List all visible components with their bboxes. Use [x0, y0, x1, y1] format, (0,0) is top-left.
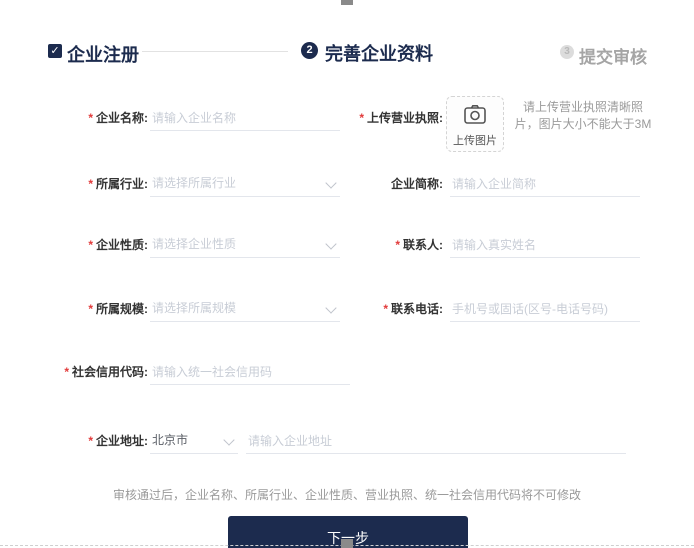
enterprise-registration-page: ✓ 企业注册 2 完善企业资料 3 提交审核 *企业名称: *上传营业执照: 上…: [0, 0, 694, 548]
label-text: 所属行业:: [96, 177, 148, 191]
company-scale-placeholder: 请选择所属规模: [152, 301, 236, 315]
license-hint: 请上传营业执照清晰照 片，图片大小不能大于3M: [508, 99, 658, 133]
credit-code-label: *社会信用代码:: [20, 359, 148, 385]
step2-badge: 2: [301, 42, 318, 59]
step3-badge: 3: [560, 45, 574, 59]
address-label: *企业地址:: [20, 428, 148, 454]
required-asterisk: *: [88, 434, 93, 448]
chevron-down-icon: [223, 434, 234, 445]
credit-code-input[interactable]: [150, 359, 350, 385]
step1-checkbox: ✓: [48, 44, 62, 58]
top-drag-handle: [341, 0, 353, 5]
company-name-label: *企业名称:: [20, 105, 148, 131]
label-text: 联系人:: [403, 238, 443, 252]
license-hint-line2: 片，图片大小不能大于3M: [508, 116, 658, 133]
phone-input[interactable]: [450, 296, 640, 322]
company-short-input[interactable]: [450, 171, 640, 197]
license-label: *上传营业执照:: [325, 105, 443, 131]
required-asterisk: *: [88, 238, 93, 252]
label-text: 企业名称:: [96, 111, 148, 125]
industry-label: *所属行业:: [20, 171, 148, 197]
required-asterisk: *: [88, 177, 93, 191]
contact-input[interactable]: [450, 232, 640, 258]
address-input[interactable]: [246, 428, 626, 454]
industry-select[interactable]: 请选择所属行业: [150, 171, 340, 197]
license-hint-line1: 请上传营业执照清晰照: [508, 99, 658, 116]
phone-label: *联系电话:: [325, 296, 443, 322]
company-short-label: 企业简称:: [325, 171, 443, 197]
contact-label: *联系人:: [325, 232, 443, 258]
company-nature-placeholder: 请选择企业性质: [152, 237, 236, 251]
upload-button-label: 上传图片: [447, 132, 503, 148]
check-icon: ✓: [50, 45, 59, 57]
required-asterisk: *: [359, 111, 364, 125]
company-name-input[interactable]: [150, 105, 340, 131]
address-city-select[interactable]: 北京市: [150, 428, 238, 454]
step-connector-line: [142, 51, 288, 52]
company-nature-select[interactable]: 请选择企业性质: [150, 232, 340, 258]
industry-placeholder: 请选择所属行业: [152, 176, 236, 190]
required-asterisk: *: [383, 302, 388, 316]
company-scale-label: *所属规模:: [20, 296, 148, 322]
label-text: 上传营业执照:: [367, 111, 443, 125]
step-label-review: 提交审核: [579, 43, 647, 68]
required-asterisk: *: [64, 365, 69, 379]
label-text: 所属规模:: [96, 302, 148, 316]
label-text: 社会信用代码:: [72, 365, 148, 379]
label-text: 联系电话:: [391, 302, 443, 316]
label-text: 企业性质:: [96, 238, 148, 252]
required-asterisk: *: [88, 302, 93, 316]
upload-license-box[interactable]: 上传图片: [446, 96, 504, 152]
camera-icon: [463, 104, 487, 126]
step-label-profile: 完善企业资料: [325, 40, 433, 66]
label-text: 企业地址:: [96, 434, 148, 448]
label-text: 企业简称:: [391, 177, 443, 191]
required-asterisk: *: [395, 238, 400, 252]
bottom-drag-handle: [341, 539, 353, 548]
required-asterisk: *: [88, 111, 93, 125]
step-label-register: 企业注册: [67, 41, 139, 67]
address-city-value: 北京市: [152, 433, 188, 447]
review-note: 审核通过后，企业名称、所属行业、企业性质、营业执照、统一社会信用代码将不可修改: [0, 486, 694, 503]
company-nature-label: *企业性质:: [20, 232, 148, 258]
company-scale-select[interactable]: 请选择所属规模: [150, 296, 340, 322]
